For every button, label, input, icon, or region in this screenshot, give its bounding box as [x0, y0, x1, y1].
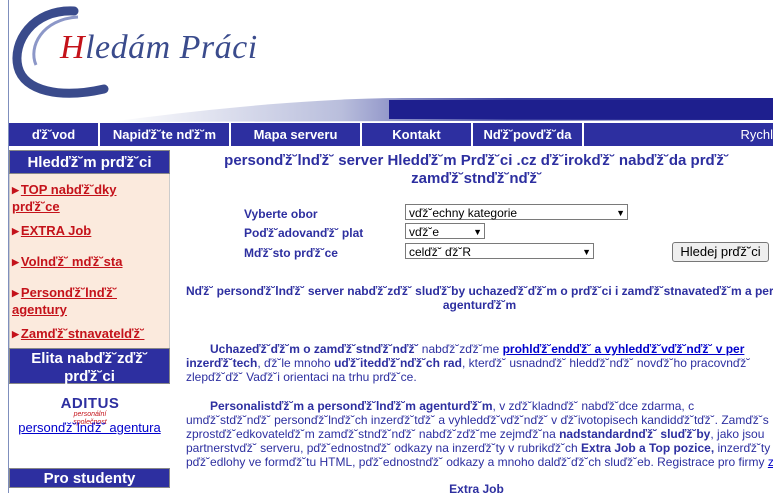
triangle-right-icon: ▶ — [12, 257, 19, 267]
logo-first-letter: H — [60, 29, 86, 66]
chevron-down-icon: ▼ — [473, 227, 482, 237]
p2-strong-a: Personalistďž˘m a personďž˘lnďž˘m agentu… — [210, 399, 493, 413]
main-content: personďž˘lnďž˘ server Hledďž˘m Prďž˘ci .… — [180, 150, 773, 493]
sidebar-item-top[interactable]: ▶ TOP nabďž˘dky prďž˘ce — [10, 182, 169, 214]
page-title-line1: personďž˘lnďž˘ server Hledďž˘m Prďž˘ci .… — [224, 152, 729, 169]
p2-text-b: , v zďž˘kladnďž˘ nabďž˘dce zdarma, c — [492, 399, 695, 413]
chevron-down-icon: ▼ — [616, 208, 625, 218]
p2-strong-e: nadstandardnďž˘ sluďž˘by — [559, 427, 711, 441]
sidebar-links: ▶ TOP nabďž˘dky prďž˘ce ▶ EXTRA Job ▶ Volnď… — [9, 174, 170, 348]
triangle-right-icon: ▶ — [12, 329, 19, 339]
search-form: Vyberte obor vďž˘echny kategorie ▼ Poďž˘a… — [244, 204, 769, 262]
p1-strong-d: inzerďž˘tech — [186, 356, 258, 370]
p1-text-g: , kterďž˘ usnadnďž˘ hledďž˘nďž˘ novďž˘ho… — [461, 356, 751, 370]
sidebar-item-extra-job[interactable]: ▶ EXTRA Job — [10, 223, 169, 240]
p1-link-browse[interactable]: prohlďž˘endďž˘ a vyhledďž˘vďž˘nďž˘ v per — [503, 342, 745, 356]
triangle-right-icon: ▶ — [12, 185, 19, 195]
p1-link-text: prohlďž˘endďž˘ a vyhledďž˘vďž˘nďž˘ v per — [502, 342, 745, 356]
main-nav: ďž˘vod Napiďž˘te nďž˘m Mapa serveru Kont… — [9, 123, 773, 146]
header: Hledám Práci — [9, 0, 773, 122]
form-row-place: Mďž˘sto prďž˘ce celďž˘ ďž˘R ▼ Hledej prďž… — [244, 242, 769, 262]
sidebar-item-label: Personďž˘lnďž˘ agentury — [12, 285, 117, 317]
category-select[interactable]: vďž˘echny kategorie ▼ — [405, 204, 628, 220]
nav-quick[interactable]: Rychl — [584, 123, 773, 146]
aditus-word: ADITUS — [60, 395, 120, 412]
salary-label: Poďž˘adovanďž˘ plat — [244, 226, 364, 240]
paragraph-candidates: Uchazeďž˘ďž˘m o zamďž˘stnďž˘nďž˘ nabďž˘z… — [186, 342, 773, 384]
left-sidebar: Hledďž˘m prďž˘ci ▶ TOP nabďž˘dky prďž˘ce … — [9, 150, 170, 493]
page: Hledám Práci ďž˘vod Napiďž˘te nďž˘m Mapa… — [8, 0, 773, 493]
logo-text: Hledám Práci — [60, 29, 258, 67]
intro-line2: agenturďž˘m — [442, 298, 517, 312]
p2-link-registration[interactable]: z — [768, 455, 773, 469]
place-select[interactable]: celďž˘ ďž˘R ▼ — [405, 243, 594, 259]
p1-text-h: zlepďž˘ďž˘ Vaďž˘i orientaci na trhu prďž… — [186, 370, 417, 384]
nav-sitemap[interactable]: Mapa serveru — [231, 123, 362, 146]
p1-strong-f: uďž˘itedďž˘nďž˘ch rad — [334, 356, 462, 370]
sidebar-heading-elita: Elita nabďž˘zďž˘ prďž˘ci — [9, 348, 170, 385]
p2-strong-h: Extra Job a Top pozice, — [581, 441, 715, 455]
category-value: vďž˘echny kategorie — [409, 206, 518, 220]
sidebar-item-label: Zamďž˘stnavatelďž˘ — [20, 326, 145, 341]
sidebar-item-zamestnavatele[interactable]: ▶ Zamďž˘stnavatelďž˘ — [10, 326, 169, 343]
nav-contact-us[interactable]: Napiďž˘te nďž˘m — [100, 123, 231, 146]
sidebar-heading-students: Pro studenty — [9, 468, 170, 488]
p2-text-d: zprostďž˘edkovatelďž˘m zamďž˘stnďž˘nďž˘ … — [186, 427, 560, 441]
triangle-right-icon: ▶ — [12, 288, 19, 298]
category-label: Vyberte obor — [244, 207, 318, 221]
sidebar-item-volna-mista[interactable]: ▶ Volnďž˘ mďž˘sta — [10, 254, 169, 271]
p1-strong-a: Uchazeďž˘ďž˘m o zamďž˘stnďž˘nďž˘ — [210, 342, 419, 356]
place-label: Mďž˘sto prďž˘ce — [244, 246, 338, 260]
elita-box: ADITUS personální společnost personďž˘ln… — [9, 384, 170, 468]
logo-rest: ledám Práci — [85, 29, 258, 66]
p1-text-e: , ďž˘le mnoho — [257, 356, 335, 370]
extra-job-heading: Extra Job — [449, 482, 504, 493]
aditus-agency-link[interactable]: personďž˘lnďž˘ agentura — [9, 420, 170, 435]
p2-text-f: , jako jsou — [710, 427, 765, 441]
sidebar-item-label: Volnďž˘ mďž˘sta — [20, 254, 123, 269]
aditus-logo[interactable]: ADITUS personální společnost — [59, 395, 121, 426]
place-value: celďž˘ ďž˘R — [409, 245, 472, 259]
form-row-salary: Poďž˘adovanďž˘ plat vďž˘e ▼ — [244, 223, 764, 242]
chevron-down-icon: ▼ — [582, 247, 591, 257]
p2-text-j: pďž˘edlohy ve formďž˘tu HTML, pďž˘ednost… — [186, 455, 768, 469]
intro-line1: Nďž˘ personďž˘lnďž˘ server nabďž˘zďž˘ sl… — [186, 284, 773, 298]
sidebar-item-label: TOP nabďž˘dky prďž˘ce — [12, 182, 117, 214]
salary-value: vďž˘e — [409, 225, 440, 239]
nav-help[interactable]: Nďž˘povďž˘da — [473, 123, 584, 146]
salary-select[interactable]: vďž˘e ▼ — [405, 223, 485, 239]
p2-text-g: partnerstvďž˘ serveru, pďž˘ednostnďž˘ od… — [186, 441, 582, 455]
search-button[interactable]: Hledej prďž˘ci — [672, 242, 769, 262]
nav-kontakt[interactable]: Kontakt — [362, 123, 473, 146]
paragraph-employers: Personalistďž˘m a personďž˘lnďž˘m agentu… — [186, 399, 773, 469]
form-row-category: Vyberte obor vďž˘echny kategorie ▼ — [244, 204, 764, 223]
nav-home[interactable]: ďž˘vod — [9, 123, 100, 146]
p1-text-b: nabďž˘zďž˘me — [418, 342, 503, 356]
site-logo[interactable]: Hledám Práci — [12, 3, 272, 99]
p2-text-i: inzerďž˘ty — [714, 441, 771, 455]
triangle-right-icon: ▶ — [12, 226, 19, 236]
header-blue-bar — [389, 100, 773, 119]
sidebar-item-label: EXTRA Job — [20, 223, 92, 238]
page-title-line2: zamďž˘stnďž˘nďž˘ — [411, 170, 542, 187]
sidebar-heading-hledam: Hledďž˘m prďž˘ci — [9, 150, 170, 174]
sidebar-item-agentury[interactable]: ▶ Personďž˘lnďž˘ agentury — [10, 285, 169, 317]
p2-text-c: umďž˘stďž˘nďž˘ personďž˘lnďž˘ch inzerďž˘… — [186, 413, 769, 427]
